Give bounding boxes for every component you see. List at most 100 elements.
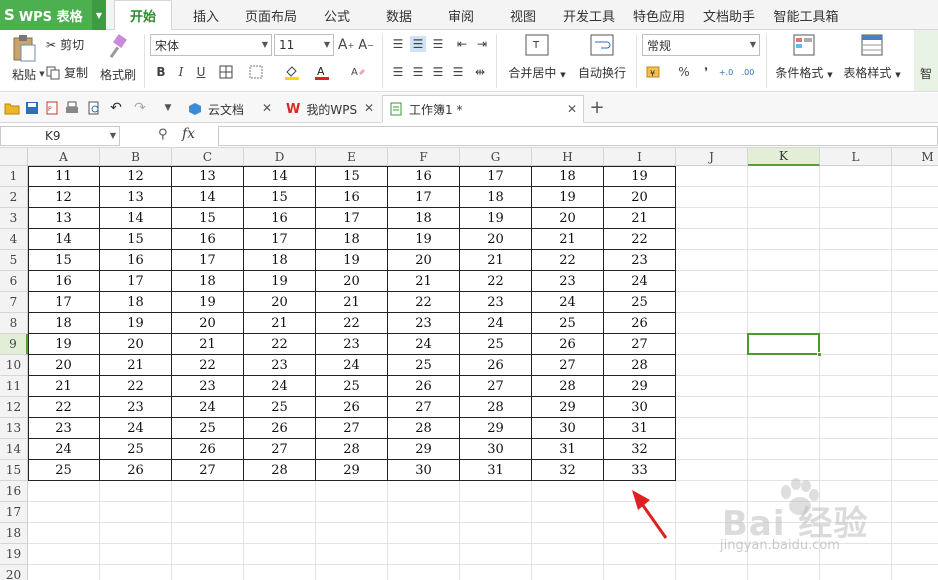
cell-C15[interactable]: 27 [172, 460, 244, 481]
cell-D3[interactable]: 16 [244, 208, 316, 229]
cell-H14[interactable]: 31 [532, 439, 604, 460]
export-pdf-icon[interactable]: P [44, 100, 60, 116]
cell-H6[interactable]: 23 [532, 271, 604, 292]
cell-C10[interactable]: 22 [172, 355, 244, 376]
cell-H2[interactable]: 19 [532, 187, 604, 208]
cell-A8[interactable]: 18 [28, 313, 100, 334]
row-header[interactable]: 16 [0, 481, 28, 502]
column-header[interactable]: C [172, 148, 244, 166]
decrease-font-icon[interactable]: A − [358, 37, 374, 53]
cell-F2[interactable]: 17 [388, 187, 460, 208]
cell-A14[interactable]: 24 [28, 439, 100, 460]
row-header[interactable]: 6 [0, 271, 28, 292]
tab-doc-assistant[interactable]: 文档助手 [696, 0, 762, 30]
cell-A1[interactable]: 11 [28, 166, 100, 187]
cell-A6[interactable]: 16 [28, 271, 100, 292]
cell-I14[interactable]: 32 [604, 439, 676, 460]
format-painter-button[interactable]: 格式刷 [98, 34, 138, 83]
fill-handle[interactable] [817, 352, 822, 357]
cell-D12[interactable]: 25 [244, 397, 316, 418]
cell-C2[interactable]: 14 [172, 187, 244, 208]
column-header[interactable]: M [892, 148, 938, 166]
cell-I8[interactable]: 26 [604, 313, 676, 334]
cell-G14[interactable]: 30 [460, 439, 532, 460]
cell-A12[interactable]: 22 [28, 397, 100, 418]
cell-A2[interactable]: 12 [28, 187, 100, 208]
cell-B8[interactable]: 19 [100, 313, 172, 334]
cell-F15[interactable]: 30 [388, 460, 460, 481]
cell-I13[interactable]: 31 [604, 418, 676, 439]
column-header[interactable]: B [100, 148, 172, 166]
font-size-select[interactable]: 11 ▼ [274, 34, 334, 56]
cell-G9[interactable]: 25 [460, 334, 532, 355]
name-box[interactable]: K9 ▼ [0, 126, 120, 146]
cell-B9[interactable]: 20 [100, 334, 172, 355]
cell-I4[interactable]: 22 [604, 229, 676, 250]
cell-A7[interactable]: 17 [28, 292, 100, 313]
row-header[interactable]: 1 [0, 166, 28, 187]
underline-button[interactable]: U [193, 64, 209, 80]
row-header[interactable]: 13 [0, 418, 28, 439]
cell-B14[interactable]: 25 [100, 439, 172, 460]
cell-C9[interactable]: 21 [172, 334, 244, 355]
column-header[interactable]: H [532, 148, 604, 166]
percent-button[interactable]: % [676, 64, 692, 80]
cell-H4[interactable]: 21 [532, 229, 604, 250]
row-header[interactable]: 19 [0, 544, 28, 565]
italic-button[interactable]: I [173, 64, 189, 80]
cell-C8[interactable]: 20 [172, 313, 244, 334]
cell-D11[interactable]: 24 [244, 376, 316, 397]
row-header[interactable]: 11 [0, 376, 28, 397]
cell-G11[interactable]: 27 [460, 376, 532, 397]
cell-I11[interactable]: 29 [604, 376, 676, 397]
cell-A9[interactable]: 19 [28, 334, 100, 355]
cell-B11[interactable]: 22 [100, 376, 172, 397]
cell-G4[interactable]: 20 [460, 229, 532, 250]
cell-I9[interactable]: 27 [604, 334, 676, 355]
cell-D10[interactable]: 23 [244, 355, 316, 376]
cell-D6[interactable]: 19 [244, 271, 316, 292]
add-tab-button[interactable]: + [588, 97, 606, 118]
close-icon[interactable]: ✕ [262, 101, 272, 115]
cell-A11[interactable]: 21 [28, 376, 100, 397]
cell-E11[interactable]: 25 [316, 376, 388, 397]
cell-D1[interactable]: 14 [244, 166, 316, 187]
cell-E5[interactable]: 19 [316, 250, 388, 271]
cell-I15[interactable]: 33 [604, 460, 676, 481]
row-header[interactable]: 5 [0, 250, 28, 271]
cell-I5[interactable]: 23 [604, 250, 676, 271]
cell-B10[interactable]: 21 [100, 355, 172, 376]
column-header[interactable]: A [28, 148, 100, 166]
tab-review[interactable]: 审阅 [434, 0, 488, 30]
cell-G8[interactable]: 24 [460, 313, 532, 334]
cell-E3[interactable]: 17 [316, 208, 388, 229]
redo-icon[interactable]: ↷ [132, 100, 148, 116]
cell-C6[interactable]: 18 [172, 271, 244, 292]
cell-E4[interactable]: 18 [316, 229, 388, 250]
cell-A13[interactable]: 23 [28, 418, 100, 439]
cell-G13[interactable]: 29 [460, 418, 532, 439]
cell-H5[interactable]: 22 [532, 250, 604, 271]
cell-H9[interactable]: 26 [532, 334, 604, 355]
tab-home[interactable]: 开始 [114, 0, 172, 31]
cell-E1[interactable]: 15 [316, 166, 388, 187]
decrease-decimal-icon[interactable]: .00 [740, 64, 756, 80]
cell-C11[interactable]: 23 [172, 376, 244, 397]
bold-button[interactable]: B [153, 64, 169, 80]
cell-H8[interactable]: 25 [532, 313, 604, 334]
close-icon[interactable]: ✕ [567, 102, 577, 116]
cell-D2[interactable]: 15 [244, 187, 316, 208]
row-header[interactable]: 4 [0, 229, 28, 250]
row-header[interactable]: 12 [0, 397, 28, 418]
fill-color-icon[interactable] [284, 64, 300, 80]
zoom-search-icon[interactable]: ⚲ [158, 127, 168, 142]
row-header[interactable]: 2 [0, 187, 28, 208]
clear-format-icon[interactable]: A [350, 64, 366, 80]
cell-E6[interactable]: 20 [316, 271, 388, 292]
column-header[interactable]: D [244, 148, 316, 166]
cell-C1[interactable]: 13 [172, 166, 244, 187]
cell-C5[interactable]: 17 [172, 250, 244, 271]
increase-indent-icon[interactable]: ⇥ [474, 36, 490, 52]
undo-icon[interactable]: ↶ [108, 100, 124, 116]
cell-F14[interactable]: 29 [388, 439, 460, 460]
